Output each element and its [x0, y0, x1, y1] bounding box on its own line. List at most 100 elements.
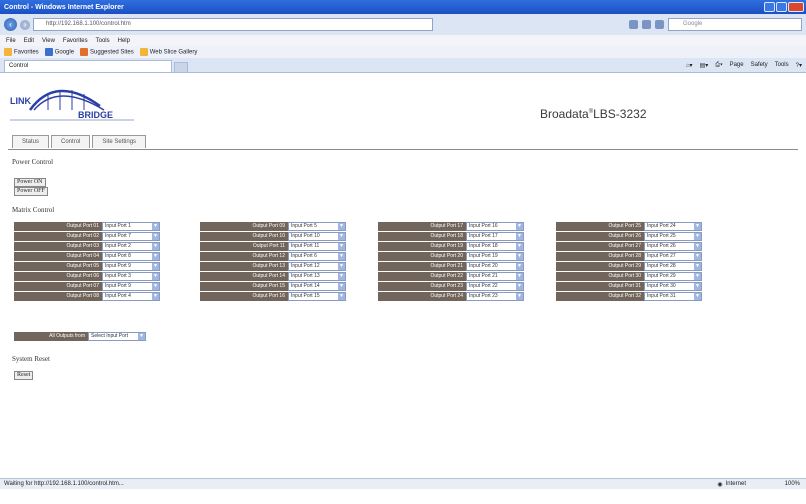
maximize-button[interactable] [776, 2, 787, 12]
output-port-label: Output Port 25 [556, 222, 644, 231]
route-row: Output Port 16 Input Port 15 ▼ [200, 292, 346, 301]
all-outputs-select[interactable]: Select Input Port ▼ [88, 332, 146, 341]
input-port-select[interactable]: Input Port 9 ▼ [102, 282, 160, 291]
refresh-icon[interactable] [642, 20, 651, 29]
input-port-select[interactable]: Input Port 17 ▼ [466, 232, 524, 241]
input-port-select[interactable]: Input Port 28 ▼ [644, 262, 702, 271]
nav-tab-status[interactable]: Status [12, 135, 50, 148]
input-port-select[interactable]: Input Port 25 ▼ [644, 232, 702, 241]
print-icon[interactable]: ⎙▾ [715, 62, 722, 69]
input-port-select[interactable]: Input Port 9 ▼ [102, 262, 160, 271]
zoom-level[interactable]: 100% [785, 481, 800, 487]
input-port-value: Input Port 6 [291, 253, 317, 259]
chevron-down-icon: ▼ [338, 283, 345, 290]
chevron-down-icon: ▼ [152, 243, 159, 250]
input-port-select[interactable]: Input Port 2 ▼ [102, 242, 160, 251]
chevron-down-icon: ▼ [516, 293, 523, 300]
home-icon[interactable]: ⌂▾ [686, 62, 693, 69]
input-port-select[interactable]: Input Port 1 ▼ [102, 222, 160, 231]
input-port-select[interactable]: Input Port 16 ▼ [466, 222, 524, 231]
input-port-select[interactable]: Input Port 21 ▼ [466, 272, 524, 281]
output-port-label: Output Port 23 [378, 282, 466, 291]
input-port-value: Input Port 11 [291, 243, 320, 249]
input-port-value: Input Port 31 [647, 293, 676, 299]
menu-file[interactable]: File [6, 38, 16, 44]
input-port-select[interactable]: Input Port 19 ▼ [466, 252, 524, 261]
input-port-select[interactable]: Input Port 11 ▼ [288, 242, 346, 251]
stop-icon[interactable] [655, 20, 664, 29]
output-port-label: Output Port 12 [200, 252, 288, 261]
input-port-select[interactable]: Input Port 13 ▼ [288, 272, 346, 281]
compat-view-icon[interactable] [629, 20, 638, 29]
chevron-down-icon: ▼ [694, 263, 701, 270]
input-port-select[interactable]: Input Port 6 ▼ [288, 252, 346, 261]
back-button[interactable]: ‹ [4, 18, 17, 31]
input-port-select[interactable]: Input Port 30 ▼ [644, 282, 702, 291]
route-row: Output Port 09 Input Port 5 ▼ [200, 222, 346, 231]
input-port-select[interactable]: Input Port 5 ▼ [288, 222, 346, 231]
nav-tab-control[interactable]: Control [51, 135, 91, 148]
menu-help[interactable]: Help [118, 38, 130, 44]
input-port-select[interactable]: Input Port 7 ▼ [102, 232, 160, 241]
output-port-label: Output Port 10 [200, 232, 288, 241]
menu-edit[interactable]: Edit [24, 38, 34, 44]
route-row: Output Port 05 Input Port 9 ▼ [14, 262, 160, 271]
input-port-select[interactable]: Input Port 20 ▼ [466, 262, 524, 271]
close-button[interactable] [788, 2, 804, 12]
menu-tools[interactable]: Tools [96, 38, 110, 44]
input-port-value: Input Port 4 [105, 293, 131, 299]
input-port-select[interactable]: Input Port 22 ▼ [466, 282, 524, 291]
input-port-select[interactable]: Input Port 31 ▼ [644, 292, 702, 301]
input-port-select[interactable]: Input Port 29 ▼ [644, 272, 702, 281]
all-outputs-row: All Outputs from Select Input Port ▼ [14, 332, 146, 341]
help-icon[interactable]: ?▾ [796, 62, 802, 69]
input-port-value: Input Port 12 [291, 263, 320, 269]
favorites-button[interactable]: Favorites [4, 48, 39, 56]
output-port-label: Output Port 08 [14, 292, 102, 301]
logo-text-top: LINK [10, 96, 31, 106]
route-row: Output Port 20 Input Port 19 ▼ [378, 252, 524, 261]
favorite-suggested-sites[interactable]: Suggested Sites [80, 48, 134, 56]
input-port-select[interactable]: Input Port 12 ▼ [288, 262, 346, 271]
input-port-select[interactable]: Input Port 10 ▼ [288, 232, 346, 241]
tab-control[interactable]: Control [4, 60, 172, 72]
forward-button[interactable]: › [20, 19, 30, 30]
favorite-web-slice[interactable]: Web Slice Gallery [139, 48, 197, 56]
matrix-control-title: Matrix Control [12, 206, 55, 214]
input-port-select[interactable]: Input Port 4 ▼ [102, 292, 160, 301]
power-on-button[interactable]: Power ON [14, 178, 46, 187]
favorite-google[interactable]: Google [44, 48, 74, 56]
reset-button[interactable]: Reset [14, 371, 34, 380]
input-port-value: Input Port 1 [105, 223, 131, 229]
nav-tab-site-settings[interactable]: Site Settings [92, 135, 147, 148]
route-row: Output Port 24 Input Port 23 ▼ [378, 292, 524, 301]
input-port-value: Input Port 27 [647, 253, 676, 259]
minimize-button[interactable] [764, 2, 775, 12]
page-menu[interactable]: Page [730, 62, 744, 68]
menu-view[interactable]: View [42, 38, 55, 44]
route-row: Output Port 15 Input Port 14 ▼ [200, 282, 346, 291]
input-port-select[interactable]: Input Port 15 ▼ [288, 292, 346, 301]
input-port-select[interactable]: Input Port 14 ▼ [288, 282, 346, 291]
input-port-select[interactable]: Input Port 26 ▼ [644, 242, 702, 251]
tools-menu[interactable]: Tools [775, 62, 789, 68]
input-port-select[interactable]: Input Port 8 ▼ [102, 252, 160, 261]
input-port-select[interactable]: Input Port 3 ▼ [102, 272, 160, 281]
route-row: Output Port 19 Input Port 18 ▼ [378, 242, 524, 251]
input-port-value: Input Port 8 [105, 253, 131, 259]
safety-menu[interactable]: Safety [751, 62, 768, 68]
chevron-down-icon: ▼ [516, 233, 523, 240]
new-tab-button[interactable] [174, 62, 188, 72]
input-port-select[interactable]: Input Port 23 ▼ [466, 292, 524, 301]
search-input[interactable]: Google [668, 18, 802, 31]
power-off-button[interactable]: Power OFF [14, 187, 48, 196]
input-port-select[interactable]: Input Port 18 ▼ [466, 242, 524, 251]
address-input[interactable]: http://192.168.1.100/control.htm [33, 18, 433, 31]
feeds-icon[interactable]: ▤▾ [700, 62, 709, 69]
input-port-select[interactable]: Input Port 24 ▼ [644, 222, 702, 231]
input-port-select[interactable]: Input Port 27 ▼ [644, 252, 702, 261]
menu-favorites[interactable]: Favorites [63, 38, 88, 44]
route-row: Output Port 28 Input Port 27 ▼ [556, 252, 702, 261]
suggested-sites-icon [80, 48, 89, 56]
route-row: Output Port 23 Input Port 22 ▼ [378, 282, 524, 291]
